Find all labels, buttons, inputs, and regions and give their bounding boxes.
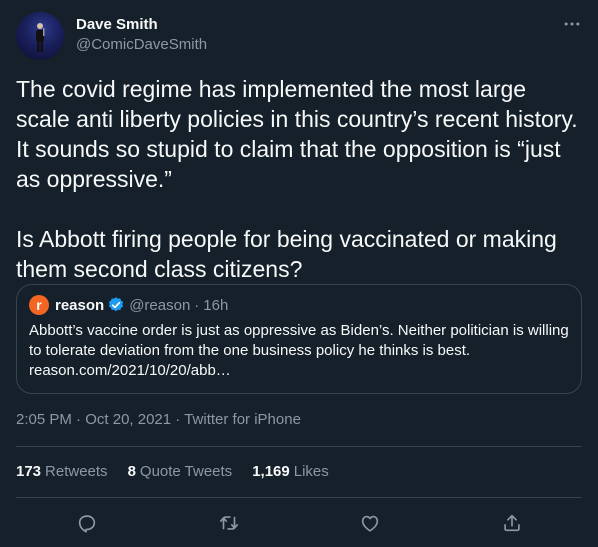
tweet-date[interactable]: Oct 20, 2021 xyxy=(85,411,171,428)
quoted-tweet[interactable]: r reason @reason · 16h Abbott’s vaccine … xyxy=(16,284,582,394)
reply-button[interactable] xyxy=(72,508,102,538)
retweet-icon xyxy=(219,516,239,530)
author-display-name[interactable]: Dave Smith xyxy=(76,15,207,35)
likes-stat[interactable]: 1,169 Likes xyxy=(252,462,329,482)
tweet-text: The covid regime has implemented the mos… xyxy=(16,76,578,282)
tweet-stats: 173 Retweets 8 Quote Tweets 1,169 Likes xyxy=(16,462,349,482)
quoted-author-name: reason xyxy=(55,296,105,314)
retweet-button[interactable] xyxy=(214,508,244,538)
more-icon[interactable] xyxy=(562,14,582,34)
separator-dot: · xyxy=(175,411,185,428)
quoted-author-handle: @reason xyxy=(129,296,191,314)
author-names: Dave Smith @ComicDaveSmith xyxy=(76,15,207,55)
separator-dot: · xyxy=(76,411,86,428)
separator-dot: · xyxy=(194,296,200,314)
share-icon xyxy=(504,514,520,532)
reason-logo-icon: r xyxy=(29,295,49,315)
quote-tweets-stat[interactable]: 8 Quote Tweets xyxy=(128,462,233,482)
likes-count: 1,169 xyxy=(252,463,290,480)
reply-icon xyxy=(78,515,96,533)
quoted-tweet-header: r reason @reason · 16h xyxy=(29,295,569,315)
share-button[interactable] xyxy=(497,508,527,538)
quoted-text: Abbott’s vaccine order is just as oppres… xyxy=(29,322,569,359)
tweet-meta: 2:05 PM · Oct 20, 2021 · Twitter for iPh… xyxy=(16,410,301,430)
like-button[interactable] xyxy=(355,508,385,538)
retweets-count: 173 xyxy=(16,463,42,480)
tweet-actions xyxy=(16,508,582,538)
quoted-link[interactable]: reason.com/2021/10/20/abb… xyxy=(29,361,569,381)
quote-tweets-count: 8 xyxy=(127,463,136,480)
quoted-tweet-body: Abbott’s vaccine order is just as oppres… xyxy=(29,321,569,381)
divider xyxy=(16,497,582,498)
likes-label: Likes xyxy=(293,463,329,480)
avatar-figure xyxy=(36,23,45,52)
verified-icon xyxy=(109,297,124,312)
tweet-time[interactable]: 2:05 PM xyxy=(16,411,72,428)
like-icon xyxy=(361,515,379,532)
tweet-header: Dave Smith @ComicDaveSmith xyxy=(16,12,582,60)
tweet-source[interactable]: Twitter for iPhone xyxy=(184,411,301,428)
quote-tweets-label: Quote Tweets xyxy=(139,463,233,480)
author-handle[interactable]: @ComicDaveSmith xyxy=(76,35,207,55)
quoted-time: 16h xyxy=(203,296,229,314)
avatar[interactable] xyxy=(16,12,64,60)
retweets-label: Retweets xyxy=(45,463,108,480)
retweets-stat[interactable]: 173 Retweets xyxy=(16,462,108,482)
divider xyxy=(16,446,582,447)
